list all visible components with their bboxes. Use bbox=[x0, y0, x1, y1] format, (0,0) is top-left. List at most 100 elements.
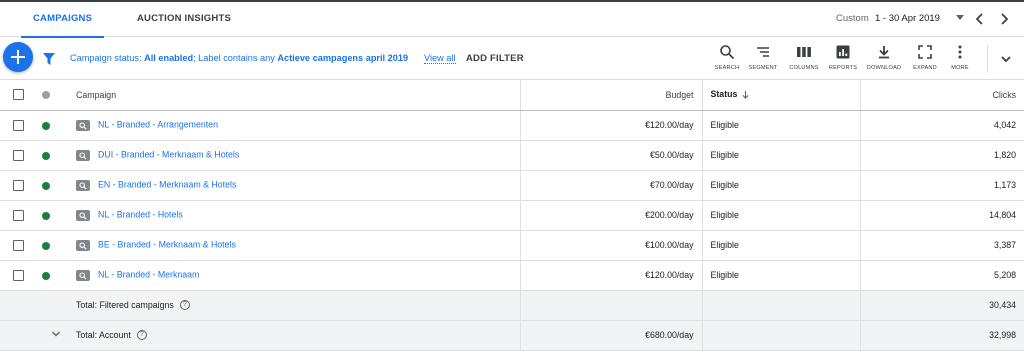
columns-icon bbox=[797, 47, 811, 57]
total-account-label: Total: Account bbox=[76, 329, 131, 340]
status-cell: Eligible bbox=[701, 170, 860, 201]
table-row[interactable]: DUI - Branded - Merknaam & Hotels €50.00… bbox=[0, 140, 1024, 171]
filter-status-prefix: Campaign status: bbox=[70, 53, 145, 63]
columns-tool-button[interactable]: COLUMNS bbox=[784, 44, 824, 76]
table-row[interactable]: NL - Branded - Arrangementen €120.00/day… bbox=[0, 110, 1024, 141]
enabled-status-dot[interactable] bbox=[42, 151, 50, 160]
table-row[interactable]: NL - Branded - Hotels €200.00/day Eligib… bbox=[0, 200, 1024, 231]
status-cell: Eligible bbox=[701, 260, 860, 291]
budget-cell[interactable]: €70.00/day bbox=[519, 170, 702, 201]
row-checkbox[interactable] bbox=[13, 149, 24, 161]
total-empty-cell bbox=[0, 290, 38, 321]
search-tool-button[interactable]: SEARCH bbox=[707, 44, 747, 76]
status-cell: Eligible bbox=[701, 110, 860, 141]
active-filter-chip[interactable]: Campaign status: All enabled; Label cont… bbox=[70, 53, 408, 63]
table-row[interactable]: EN - Branded - Merknaam & Hotels €70.00/… bbox=[0, 170, 1024, 201]
enabled-status-dot[interactable] bbox=[42, 121, 50, 130]
columns-tool-label: COLUMNS bbox=[789, 65, 819, 71]
total-clicks-cell: 32,998 bbox=[859, 320, 1024, 351]
table-row[interactable]: NL - Branded - Merknaam €120.00/day Elig… bbox=[0, 260, 1024, 291]
search-tool-label: SEARCH bbox=[714, 65, 740, 71]
status-column-header[interactable]: Status bbox=[701, 80, 860, 111]
enabled-status-dot[interactable] bbox=[42, 271, 50, 280]
select-all-cell bbox=[0, 80, 38, 111]
date-range-dropdown-icon[interactable] bbox=[956, 15, 964, 20]
enabled-status-dot[interactable] bbox=[42, 241, 50, 250]
reports-tool-button[interactable]: REPORTS bbox=[823, 44, 863, 76]
total-budget-cell: €680.00/day bbox=[519, 320, 702, 351]
row-select-cell bbox=[0, 110, 38, 141]
tab-campaigns[interactable]: CAMPAIGNS bbox=[20, 2, 105, 38]
budget-column-header[interactable]: Budget bbox=[519, 80, 702, 111]
row-status-cell bbox=[38, 110, 68, 141]
search-campaign-type-icon bbox=[76, 149, 90, 161]
clicks-cell: 4,042 bbox=[859, 110, 1024, 141]
campaign-cell: BE - Branded - Merknaam & Hotels bbox=[68, 230, 520, 261]
row-select-cell bbox=[0, 140, 38, 171]
status-filter-dot[interactable] bbox=[42, 91, 50, 100]
campaign-name-link[interactable]: DUI - Branded - Merknaam & Hotels bbox=[98, 150, 239, 160]
row-checkbox[interactable] bbox=[13, 209, 24, 221]
status-column-label: Status bbox=[710, 88, 738, 99]
reports-icon bbox=[836, 45, 850, 59]
campaign-name-link[interactable]: EN - Branded - Merknaam & Hotels bbox=[98, 180, 236, 190]
chevron-down-icon[interactable] bbox=[51, 330, 61, 338]
total-status-cell bbox=[701, 290, 860, 321]
campaign-cell: EN - Branded - Merknaam & Hotels bbox=[68, 170, 520, 201]
enabled-status-dot[interactable] bbox=[42, 181, 50, 190]
search-campaign-type-icon bbox=[76, 179, 90, 191]
campaign-cell: NL - Branded - Merknaam bbox=[68, 260, 520, 291]
row-status-cell bbox=[38, 260, 68, 291]
collapse-toolbar-icon[interactable] bbox=[999, 52, 1013, 66]
budget-cell[interactable]: €50.00/day bbox=[519, 140, 702, 171]
download-tool-button[interactable]: DOWNLOAD bbox=[864, 44, 904, 76]
expand-tool-button[interactable]: EXPAND bbox=[905, 44, 945, 76]
tab-bar: CAMPAIGNS AUCTION INSIGHTS Custom 1 - 30… bbox=[0, 2, 1024, 38]
filter-status-value: All enabled bbox=[144, 53, 194, 63]
next-period-icon[interactable] bbox=[997, 11, 1011, 27]
row-checkbox[interactable] bbox=[13, 269, 24, 281]
campaign-cell: NL - Branded - Arrangementen bbox=[68, 110, 520, 141]
row-select-cell bbox=[0, 170, 38, 201]
total-account-row: Total: Account? €680.00/day 32,998 bbox=[0, 320, 1024, 351]
segment-tool-button[interactable]: SEGMENT bbox=[743, 44, 783, 76]
filter-icon[interactable] bbox=[43, 53, 55, 65]
budget-cell[interactable]: €120.00/day bbox=[519, 260, 702, 291]
tab-auction-insights[interactable]: AUCTION INSIGHTS bbox=[137, 2, 231, 37]
budget-cell[interactable]: €200.00/day bbox=[519, 200, 702, 231]
date-range-selector[interactable]: 1 - 30 Apr 2019 bbox=[875, 13, 940, 24]
campaign-name-link[interactable]: BE - Branded - Merknaam & Hotels bbox=[98, 240, 236, 250]
row-status-cell bbox=[38, 200, 68, 231]
search-campaign-type-icon bbox=[76, 239, 90, 251]
row-checkbox[interactable] bbox=[13, 119, 24, 131]
enabled-status-dot[interactable] bbox=[42, 211, 50, 220]
campaign-name-link[interactable]: NL - Branded - Arrangementen bbox=[98, 120, 218, 130]
select-all-checkbox[interactable] bbox=[13, 89, 24, 101]
row-checkbox[interactable] bbox=[13, 239, 24, 251]
total-empty-cell bbox=[0, 320, 38, 351]
budget-cell[interactable]: €100.00/day bbox=[519, 230, 702, 261]
table-row[interactable]: BE - Branded - Merknaam & Hotels €100.00… bbox=[0, 230, 1024, 261]
campaign-column-header[interactable]: Campaign bbox=[68, 80, 520, 111]
clicks-column-header[interactable]: Clicks bbox=[859, 80, 1024, 111]
clicks-cell: 3,387 bbox=[859, 230, 1024, 261]
previous-period-icon[interactable] bbox=[973, 11, 987, 27]
add-campaign-button[interactable] bbox=[3, 42, 33, 72]
campaign-name-link[interactable]: NL - Branded - Merknaam bbox=[98, 270, 199, 280]
status-cell: Eligible bbox=[701, 140, 860, 171]
search-icon bbox=[720, 45, 735, 60]
total-label-cell: Total: Filtered campaigns? bbox=[68, 290, 520, 321]
more-tool-label: MORE bbox=[951, 65, 969, 71]
table-header-row: Campaign Budget Status Clicks bbox=[0, 80, 1024, 111]
campaign-name-link[interactable]: NL - Branded - Hotels bbox=[98, 210, 183, 220]
more-tool-button[interactable]: MORE bbox=[940, 44, 980, 76]
add-filter-button[interactable]: ADD FILTER bbox=[466, 53, 524, 64]
total-empty-cell bbox=[38, 290, 68, 321]
help-icon[interactable]: ? bbox=[179, 300, 190, 311]
row-checkbox[interactable] bbox=[13, 179, 24, 191]
view-all-link[interactable]: View all bbox=[424, 53, 456, 64]
row-select-cell bbox=[0, 230, 38, 261]
budget-cell[interactable]: €120.00/day bbox=[519, 110, 702, 141]
campaign-cell: NL - Branded - Hotels bbox=[68, 200, 520, 231]
help-icon[interactable]: ? bbox=[136, 330, 147, 341]
